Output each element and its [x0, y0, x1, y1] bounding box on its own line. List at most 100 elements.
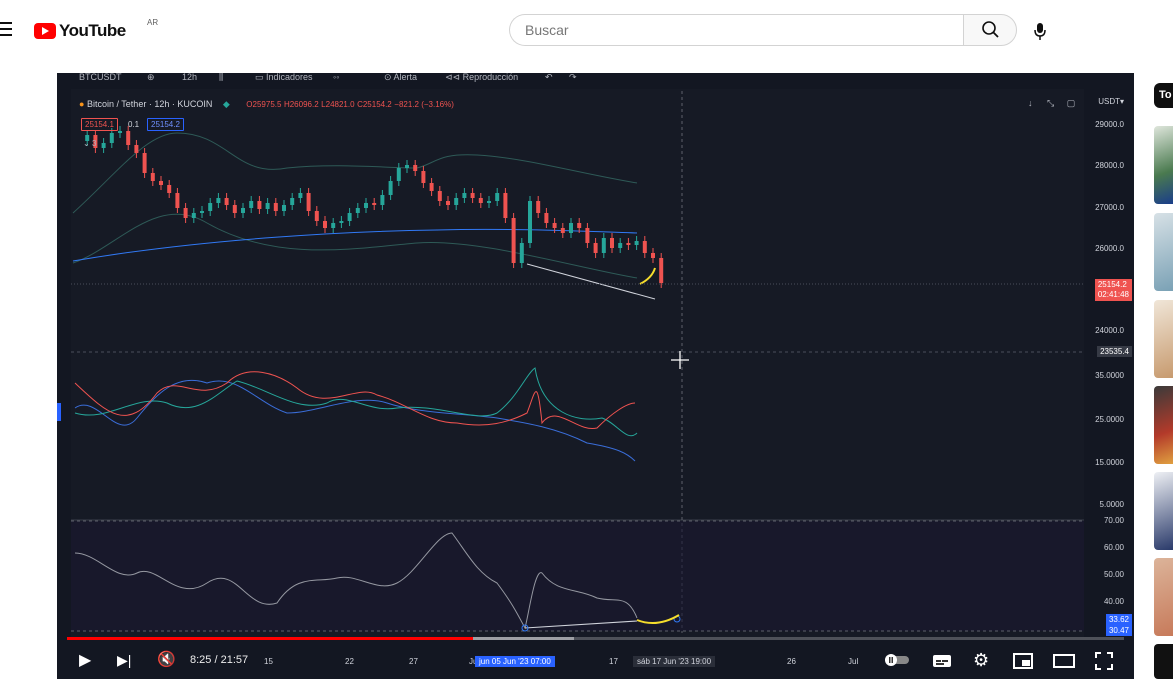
rsi-tick: 50.00	[1103, 570, 1124, 579]
dmi-plus-line	[74, 367, 638, 437]
candle-body	[347, 213, 352, 221]
voice-search-button[interactable]	[1030, 20, 1050, 42]
candle-body	[364, 203, 368, 208]
date-tick: 27	[409, 657, 418, 666]
search-input[interactable]	[523, 21, 947, 39]
microphone-icon	[1034, 23, 1046, 40]
crosshair-price-label: 23535.4	[1097, 346, 1132, 357]
video-thumbnail[interactable]	[1154, 558, 1173, 636]
candle-body	[265, 203, 270, 209]
video-player[interactable]: BTCUSDT ⊕ 12h ⫼ ▭ Indicadores ◦◦ ⊙ Alert…	[57, 73, 1134, 679]
arrow-down-icon[interactable]: ↓	[1028, 98, 1033, 108]
chart-graphics	[57, 91, 1084, 633]
video-thumbnail[interactable]	[1154, 472, 1173, 550]
candle-body	[134, 145, 139, 153]
drawing-toolbar	[57, 403, 61, 421]
settings-gear-icon[interactable]: ⚙	[973, 651, 989, 669]
filter-chip[interactable]: To	[1154, 83, 1173, 108]
ohlc-change: −821.2 (−3.16%)	[394, 100, 454, 109]
candle-body	[429, 183, 434, 191]
video-thumbnail[interactable]	[1154, 213, 1173, 291]
fullscreen-icon[interactable]	[1095, 652, 1113, 673]
date-tick: 15	[264, 657, 273, 666]
candle-countdown: 02:41:48	[1097, 290, 1129, 299]
candle-body	[437, 191, 442, 201]
currency-code: USDT	[1098, 97, 1120, 106]
candle-body	[175, 193, 180, 208]
symbol-legend[interactable]: ● Bitcoin / Tether · 12h · KUCOIN ◆ O259…	[79, 99, 454, 110]
video-thumbnail[interactable]	[1154, 126, 1173, 204]
price-axis[interactable]: USDT▾ 29000.0 28000.0 27000.0 26000.0 24…	[1084, 86, 1134, 641]
dmi-tick: 35.0000	[1095, 371, 1124, 380]
candle-body	[634, 241, 639, 245]
mute-icon[interactable]: 🔇	[157, 652, 176, 667]
caret-down-icon: ▾	[1119, 97, 1124, 106]
candle-body	[610, 238, 614, 248]
candle-body	[569, 223, 573, 233]
date-tick: Jul	[848, 657, 859, 666]
active-tool-marker	[57, 403, 61, 421]
theater-mode-icon[interactable]	[1053, 653, 1075, 672]
youtube-logo[interactable]: YouTube AR	[34, 18, 158, 41]
rsi-tick: 60.00	[1103, 543, 1124, 552]
candle-body	[495, 193, 500, 201]
adx-line	[74, 371, 636, 430]
candle-body	[167, 185, 172, 193]
dmi-minus-line	[74, 379, 636, 462]
candle-body	[519, 243, 524, 263]
candle-body	[601, 238, 606, 253]
dmi-tick: 25.0000	[1095, 415, 1124, 424]
autoplay-toggle-icon[interactable]	[883, 653, 911, 670]
last-price-value: 25154.2	[1097, 280, 1127, 289]
bollinger-lower	[72, 213, 638, 279]
candle-body	[593, 243, 598, 253]
buy-price-box[interactable]: 25154.2	[147, 118, 184, 131]
rsi-tick: 70.00	[1103, 516, 1124, 525]
crosshair-date-label: sáb 17 Jun '23 19:00	[633, 656, 716, 667]
currency-label[interactable]: USDT▾	[1098, 97, 1124, 106]
candlesticks	[85, 126, 664, 288]
candle-body	[290, 198, 295, 205]
moving-average	[72, 228, 638, 262]
candle-body	[470, 193, 475, 198]
time-separator: /	[211, 654, 221, 666]
candle-body	[249, 201, 254, 208]
maximize-pane-icon[interactable]: ▢	[1067, 98, 1076, 108]
candle-body	[118, 131, 122, 133]
ohlc-open: O25975.5	[246, 100, 282, 109]
collapsed-indicators[interactable]: ⌄ 3	[83, 139, 96, 148]
date-range-start: jun 05 Jun '23 07:00	[475, 656, 555, 667]
last-price-label: 25154.2 02:41:48	[1094, 279, 1132, 301]
candle-body	[413, 165, 418, 171]
duration: 21:57	[220, 654, 249, 666]
search-icon	[982, 21, 999, 38]
candle-body	[544, 213, 549, 223]
collapse-pane-icon[interactable]: ⤡	[1047, 98, 1054, 108]
logo-text: YouTube	[59, 21, 126, 40]
candle-body	[101, 143, 106, 148]
miniplayer-icon[interactable]	[1013, 653, 1033, 672]
candle-body	[126, 131, 131, 145]
youtube-play-logo-icon	[34, 23, 56, 39]
next-icon[interactable]: ▶|	[117, 653, 131, 667]
play-icon[interactable]: ▶	[79, 653, 91, 669]
dmi-tick: 5.0000	[1099, 500, 1124, 509]
candle-body	[241, 208, 245, 213]
candle-body	[446, 201, 450, 205]
candle-body	[536, 201, 541, 213]
candle-body	[421, 171, 426, 183]
candle-body	[331, 223, 336, 228]
progress-bar[interactable]	[67, 637, 1124, 640]
current-time: 8:25	[190, 654, 212, 666]
market-status-icon: ◆	[222, 99, 230, 109]
bollinger-upper	[72, 132, 638, 214]
search-button[interactable]	[963, 14, 1017, 46]
video-thumbnail[interactable]	[1154, 644, 1173, 679]
candle-body	[372, 203, 377, 205]
video-thumbnail[interactable]	[1154, 386, 1173, 464]
video-thumbnail[interactable]	[1154, 300, 1173, 378]
menu-icon[interactable]	[0, 22, 12, 36]
subtitles-icon[interactable]	[932, 653, 952, 672]
sell-price-box[interactable]: 25154.1	[81, 118, 118, 131]
candle-body	[216, 198, 221, 203]
